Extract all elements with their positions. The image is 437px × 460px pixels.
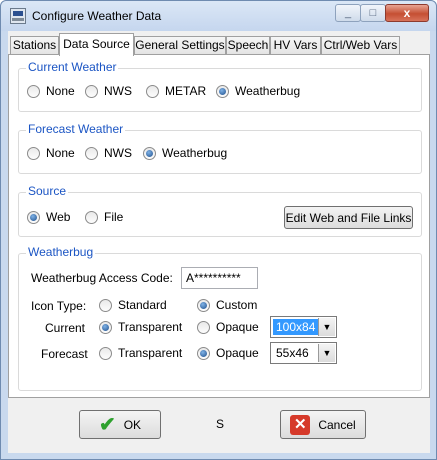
access-code-input[interactable]: A********** xyxy=(181,267,258,289)
current-nws-radio[interactable]: NWS xyxy=(85,84,132,98)
tab-ctrl-web-vars[interactable]: Ctrl/Web Vars xyxy=(321,36,400,55)
weatherbug-title: Weatherbug xyxy=(26,245,96,259)
current-opaque-radio[interactable]: Opaque xyxy=(197,320,259,334)
forecast-icon-label: Forecast xyxy=(41,347,88,361)
radio-icon xyxy=(85,84,98,98)
current-weather-title: Current Weather xyxy=(26,60,119,74)
forecast-transparent-radio[interactable]: Transparent xyxy=(99,346,182,360)
radio-selected-icon xyxy=(216,84,229,98)
tab-data-source[interactable]: Data Source xyxy=(59,33,134,56)
current-weatherbug-radio[interactable]: Weatherbug xyxy=(216,84,300,98)
forecast-nws-radio[interactable]: NWS xyxy=(85,146,132,160)
current-transparent-radio[interactable]: Transparent xyxy=(99,320,182,334)
forecast-none-radio[interactable]: None xyxy=(27,146,75,160)
current-icon-label: Current xyxy=(45,321,86,335)
ok-label: OK xyxy=(123,417,142,432)
configure-weather-dialog: Configure Weather Data _ □ x Stations Da… xyxy=(0,0,437,460)
window-title: Configure Weather Data xyxy=(32,9,162,23)
radio-icon xyxy=(197,320,210,334)
source-group: Source Web File Edit Web and File Links xyxy=(18,184,422,237)
tab-general-settings[interactable]: General Settings xyxy=(134,36,226,55)
current-none-radio[interactable]: None xyxy=(27,84,75,98)
cancel-x-icon: ✕ xyxy=(290,414,311,435)
source-file-radio[interactable]: File xyxy=(85,210,123,224)
forecast-weatherbug-radio[interactable]: Weatherbug xyxy=(143,146,227,160)
weatherbug-group: Weatherbug Weatherbug Access Code: A****… xyxy=(18,245,422,391)
forecast-weather-title: Forecast Weather xyxy=(26,122,126,136)
current-weather-group: Current Weather None NWS METAR Weatherbu… xyxy=(18,60,422,112)
dropdown-arrow-icon[interactable]: ▼ xyxy=(318,318,335,336)
cancel-button[interactable]: ✕ Cancel xyxy=(280,410,366,439)
title-bar[interactable]: Configure Weather Data _ □ x xyxy=(1,1,436,31)
status-text: S xyxy=(216,417,225,431)
tab-speech[interactable]: Speech xyxy=(226,36,270,55)
radio-icon xyxy=(27,146,40,160)
weather-app-icon xyxy=(10,8,26,24)
radio-selected-icon xyxy=(143,146,156,160)
cancel-label: Cancel xyxy=(318,417,356,432)
tab-strip: Stations Data Source General Settings Sp… xyxy=(8,33,430,56)
forecast-weather-group: Forecast Weather None NWS Weatherbug xyxy=(18,122,422,174)
icon-type-standard-radio[interactable]: Standard xyxy=(99,298,167,312)
dropdown-arrow-icon[interactable]: ▼ xyxy=(318,344,335,362)
radio-selected-icon xyxy=(197,346,210,360)
radio-selected-icon xyxy=(27,210,40,224)
radio-selected-icon xyxy=(197,298,210,312)
forecast-opaque-radio[interactable]: Opaque xyxy=(197,346,259,360)
icon-type-label: Icon Type: xyxy=(31,299,87,313)
maximize-icon: □ xyxy=(369,7,377,19)
dialog-footer: ✔ OK S ✕ Cancel xyxy=(8,399,430,453)
current-metar-radio[interactable]: METAR xyxy=(146,84,206,98)
current-size-value: 100x84 xyxy=(273,319,319,335)
radio-icon xyxy=(85,210,98,224)
source-web-radio[interactable]: Web xyxy=(27,210,70,224)
tab-hv-vars[interactable]: HV Vars xyxy=(270,36,321,55)
dialog-client-area: Stations Data Source General Settings Sp… xyxy=(8,31,430,453)
forecast-size-select[interactable]: 55x46 ▼ xyxy=(270,342,337,364)
icon-type-custom-radio[interactable]: Custom xyxy=(197,298,257,312)
minimize-button[interactable]: _ xyxy=(335,4,361,22)
radio-icon xyxy=(27,84,40,98)
source-title: Source xyxy=(26,184,69,198)
close-button[interactable]: x xyxy=(385,4,429,22)
minimize-icon: _ xyxy=(344,7,352,19)
radio-selected-icon xyxy=(99,320,112,334)
radio-icon xyxy=(146,84,159,98)
radio-icon xyxy=(85,146,98,160)
tab-stations[interactable]: Stations xyxy=(10,36,59,55)
ok-button[interactable]: ✔ OK xyxy=(79,410,161,439)
access-code-label: Weatherbug Access Code: xyxy=(31,271,173,285)
radio-icon xyxy=(99,346,112,360)
maximize-button[interactable]: □ xyxy=(360,4,386,22)
checkmark-icon: ✔ xyxy=(98,413,116,436)
edit-web-file-links-button[interactable]: Edit Web and File Links xyxy=(284,206,413,229)
radio-icon xyxy=(99,298,112,312)
forecast-size-value: 55x46 xyxy=(276,346,309,360)
close-icon: x xyxy=(403,6,411,20)
data-source-panel: Current Weather None NWS METAR Weatherbu… xyxy=(8,54,430,398)
current-size-select[interactable]: 100x84 ▼ xyxy=(270,316,337,338)
